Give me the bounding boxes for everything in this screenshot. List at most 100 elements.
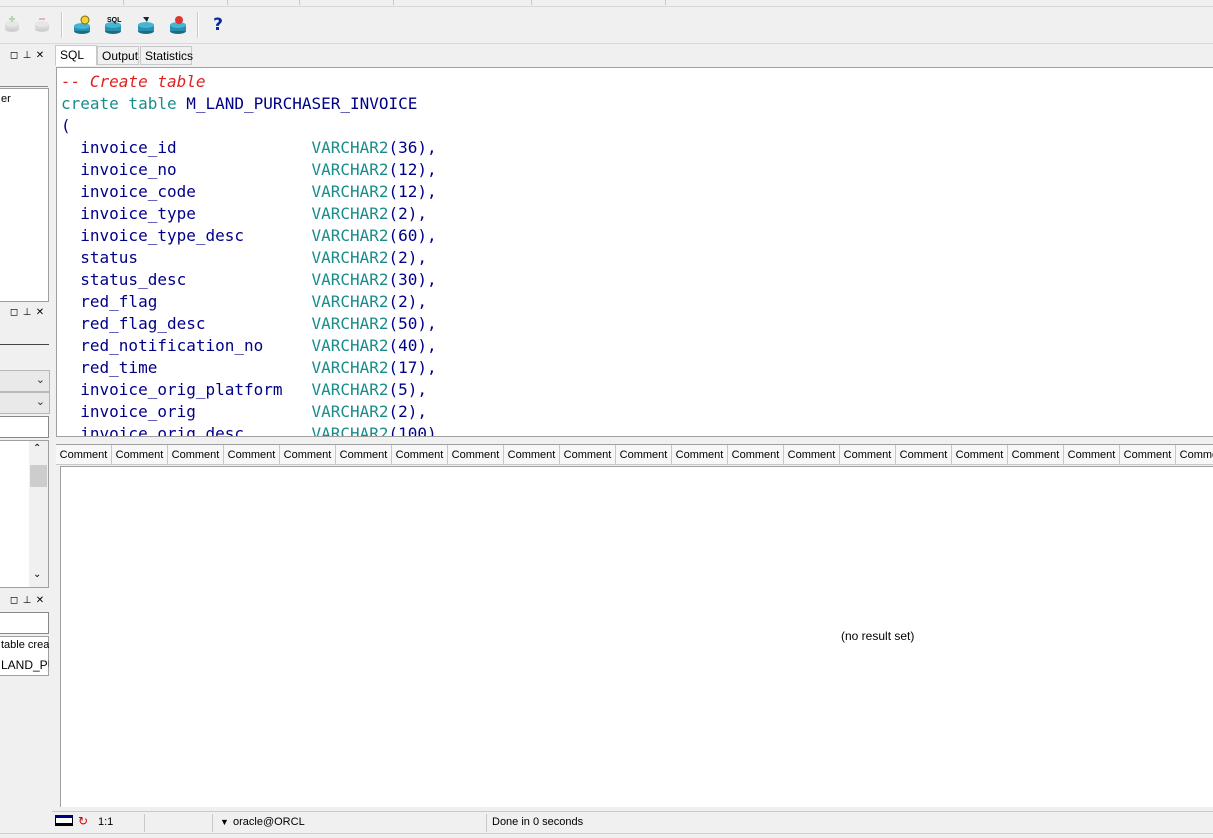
toolbar-separator (197, 12, 199, 38)
code-line: status_desc VARCHAR2(30), (61, 269, 446, 291)
code-line: red_flag VARCHAR2(2), (61, 291, 446, 313)
strip-divider (393, 0, 394, 5)
scroll-up-icon[interactable]: ⌃ (33, 443, 41, 454)
scrollbar[interactable]: ⌃ ⌄ (29, 441, 48, 587)
dock-header: ◻ ⊥ ✕ (0, 305, 50, 322)
tab-sql[interactable]: SQL (55, 45, 97, 66)
restore-icon[interactable]: ◻ (9, 51, 19, 61)
column-header[interactable]: Comment (896, 445, 952, 465)
code-token: VARCHAR2 (311, 358, 389, 377)
code-token: (50), (388, 314, 437, 333)
code-token: VARCHAR2 (311, 380, 389, 399)
close-icon[interactable]: ✕ (35, 596, 45, 606)
dock-combo[interactable]: ⌄ (0, 392, 50, 414)
column-header[interactable]: Comment (1176, 445, 1213, 465)
column-header[interactable]: Comment (728, 445, 784, 465)
code-token: VARCHAR2 (311, 270, 389, 289)
status-separator (144, 814, 145, 832)
code-line: invoice_type_desc VARCHAR2(60), (61, 225, 446, 247)
code-token: (40), (388, 336, 437, 355)
chevron-down-icon: ⌄ (35, 373, 45, 386)
column-header[interactable]: Comment (560, 445, 616, 465)
close-icon[interactable]: ✕ (35, 308, 45, 318)
strip-divider (227, 0, 228, 5)
column-header[interactable]: Comment (448, 445, 504, 465)
column-header[interactable]: Comment (1064, 445, 1120, 465)
dock-divider (0, 344, 49, 345)
toolbar-separator (61, 12, 63, 38)
sql-db-icon[interactable]: SQL (102, 13, 126, 37)
code-token: VARCHAR2 (311, 138, 389, 157)
tab-output[interactable]: Output (97, 46, 139, 65)
code-token: create table (61, 94, 187, 113)
code-line: red_time VARCHAR2(17), (61, 357, 446, 379)
code-token: (36), (388, 138, 437, 157)
column-header[interactable]: Comment (1120, 445, 1176, 465)
splitter[interactable] (56, 437, 1213, 443)
scroll-down-icon[interactable]: ⌄ (33, 569, 41, 580)
column-header[interactable]: Comment (672, 445, 728, 465)
dock-panel-3: table creat LAND_PU (0, 636, 49, 676)
sql-editor[interactable]: -- Create table create table M_LAND_PURCH… (56, 67, 1213, 437)
restore-icon[interactable]: ◻ (9, 596, 19, 606)
left-dock: ◻ ⊥ ✕ er ◻ ⊥ ✕ ⌄ ⌄ ⌃ ⌄ ◻ ⊥ ✕ table creat… (0, 44, 52, 812)
column-header[interactable]: Comment (840, 445, 896, 465)
lightbulb-db-icon[interactable] (70, 13, 94, 37)
code-token: VARCHAR2 (311, 182, 389, 201)
column-header[interactable]: Comment (112, 445, 168, 465)
column-header[interactable]: Comment (504, 445, 560, 465)
help-icon[interactable]: ? (206, 13, 230, 37)
run-db-icon[interactable] (134, 13, 158, 37)
restore-icon[interactable]: ◻ (9, 308, 19, 318)
refresh-icon[interactable]: ↻ (78, 814, 88, 828)
pin-icon[interactable]: ⊥ (22, 51, 32, 61)
history-item[interactable]: LAND_PU (1, 658, 49, 672)
code-token: (2), (388, 402, 428, 421)
dock-input[interactable] (0, 416, 49, 438)
scrollbar-thumb[interactable] (30, 465, 47, 487)
column-header[interactable]: Comment (336, 445, 392, 465)
column-header[interactable]: Comment (392, 445, 448, 465)
dock-input[interactable] (0, 612, 49, 634)
connection-dropdown-icon[interactable]: ▼ (220, 817, 229, 827)
status-separator (486, 814, 487, 832)
tab-statistics[interactable]: Statistics (140, 46, 193, 65)
sql-code[interactable]: -- Create table create table M_LAND_PURCH… (61, 71, 446, 437)
code-token: VARCHAR2 (311, 314, 389, 333)
remove-db-icon[interactable] (30, 13, 54, 37)
column-header[interactable]: Comment (1008, 445, 1064, 465)
close-icon[interactable]: ✕ (35, 51, 45, 61)
column-header[interactable]: Comment (224, 445, 280, 465)
connection-label[interactable]: oracle@ORCL (233, 816, 305, 828)
column-header[interactable]: Comment (56, 445, 112, 465)
dock-panel-toolbar (0, 66, 48, 87)
code-token: VARCHAR2 (311, 336, 389, 355)
chevron-down-icon: ⌄ (35, 395, 45, 408)
code-token: VARCHAR2 (311, 160, 389, 179)
status-separator (212, 814, 213, 832)
column-header[interactable]: Comment (280, 445, 336, 465)
add-db-icon[interactable] (0, 13, 24, 37)
code-token: invoice_code (61, 182, 312, 201)
code-token: VARCHAR2 (311, 424, 389, 437)
column-header[interactable]: Comment (168, 445, 224, 465)
history-item[interactable]: table creat (1, 639, 49, 651)
code-line: invoice_orig VARCHAR2(2), (61, 401, 446, 423)
dock-panel-2: ⌃ ⌄ (0, 440, 49, 588)
code-token: status_desc (61, 270, 312, 289)
stop-db-icon[interactable] (166, 13, 190, 37)
code-token: red_flag_desc (61, 314, 312, 333)
window-bottom-edge (0, 833, 1213, 838)
code-token: (12), (388, 182, 437, 201)
code-token: (5), (388, 380, 428, 399)
column-header[interactable]: Comment (952, 445, 1008, 465)
pin-icon[interactable]: ⊥ (22, 596, 32, 606)
toolbar: SQL ? (0, 7, 1213, 44)
column-header[interactable]: Comment (616, 445, 672, 465)
result-grid[interactable]: (no result set) (60, 466, 1213, 807)
pin-icon[interactable]: ⊥ (22, 308, 32, 318)
column-header[interactable]: Comment (784, 445, 840, 465)
dock-header: ◻ ⊥ ✕ (0, 593, 50, 610)
code-token: invoice_orig (61, 402, 312, 421)
dock-combo[interactable]: ⌄ (0, 370, 50, 392)
